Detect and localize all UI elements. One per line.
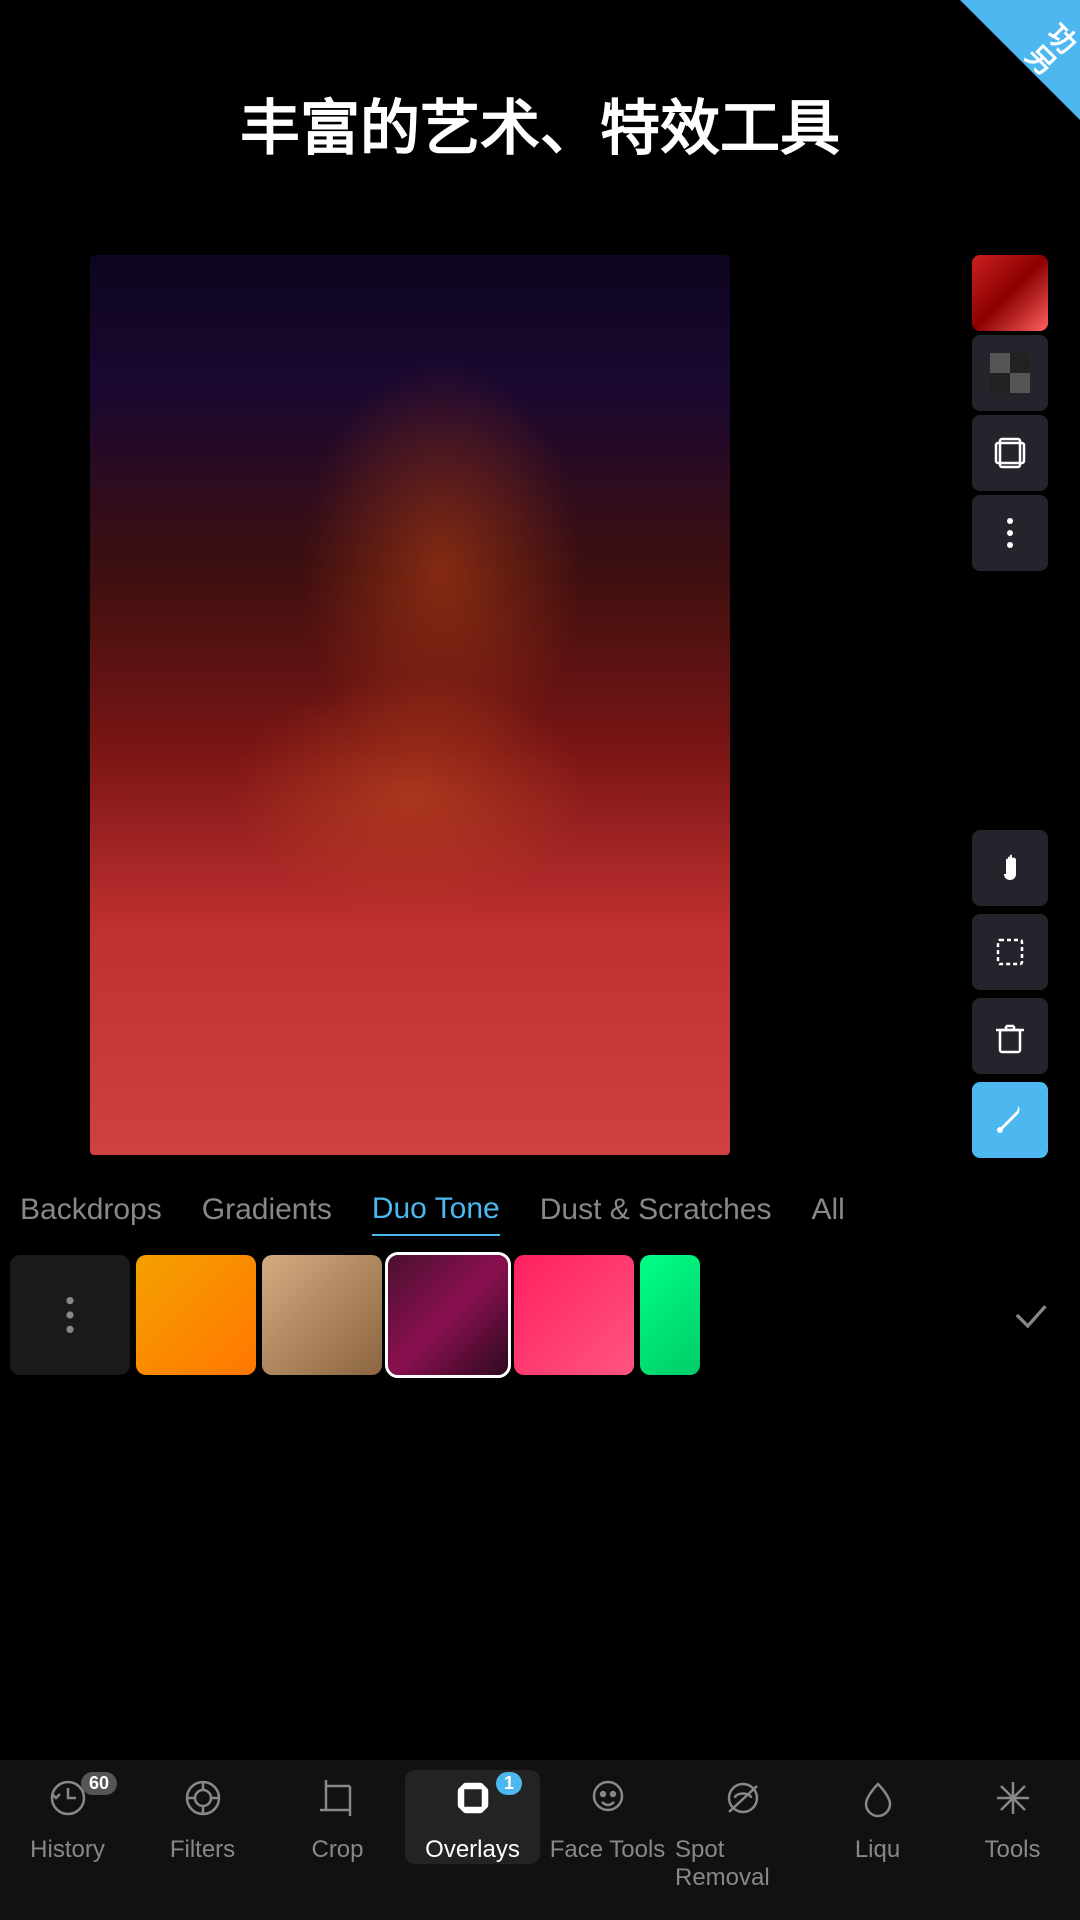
delete-btn[interactable] <box>972 998 1048 1074</box>
tools-icon <box>991 1776 1035 1828</box>
select-tool-btn[interactable] <box>972 914 1048 990</box>
swatch-tan[interactable] <box>262 1255 382 1375</box>
nav-liqu[interactable]: Liqu <box>810 1770 945 1864</box>
spot-removal-icon <box>721 1776 765 1828</box>
filters-icon <box>181 1776 225 1828</box>
swatch-dark-red[interactable] <box>388 1255 508 1375</box>
tools-label: Tools <box>984 1836 1040 1864</box>
face-tools-label: Face Tools <box>550 1836 666 1864</box>
liqu-icon <box>856 1776 900 1828</box>
spot-removal-label: Spot Removal <box>675 1836 810 1892</box>
face-tools-icon <box>586 1776 630 1828</box>
overlays-badge: 1 <box>496 1772 522 1795</box>
photo-overlay <box>90 255 730 1155</box>
tab-backdrops[interactable]: Backdrops <box>20 1185 162 1235</box>
checkmark-btn[interactable] <box>990 1275 1070 1355</box>
overlays-label: Overlays <box>425 1836 520 1864</box>
swatch-orange[interactable] <box>136 1255 256 1375</box>
swatch-more-btn[interactable] <box>10 1255 130 1375</box>
overlays-icon <box>451 1776 495 1828</box>
tab-gradients[interactable]: Gradients <box>202 1185 332 1235</box>
checker-btn[interactable] <box>972 335 1048 411</box>
bottom-nav: 60 History Filters <box>0 1760 1080 1920</box>
main-image <box>90 255 730 1155</box>
layers-btn[interactable] <box>972 415 1048 491</box>
nav-face-tools[interactable]: Face Tools <box>540 1770 675 1864</box>
tab-dust-scratches[interactable]: Dust & Scratches <box>540 1185 772 1235</box>
history-label: History <box>30 1836 105 1864</box>
right-sidebar-top <box>970 255 1050 575</box>
nav-tools[interactable]: Tools <box>945 1770 1080 1864</box>
eyedropper-btn[interactable] <box>972 1082 1048 1158</box>
filters-label: Filters <box>170 1836 235 1864</box>
swatch-teal-green[interactable] <box>640 1255 700 1375</box>
swatches-row <box>0 1250 1080 1380</box>
nav-spot-removal[interactable]: Spot Removal <box>675 1770 810 1892</box>
tab-duo-tone[interactable]: Duo Tone <box>372 1184 500 1236</box>
corner-badge-text: 功另 <box>1015 13 1080 84</box>
crop-icon <box>316 1776 360 1828</box>
crop-label: Crop <box>311 1836 363 1864</box>
liqu-label: Liqu <box>855 1836 900 1864</box>
pan-tool-btn[interactable] <box>972 830 1048 906</box>
nav-history[interactable]: 60 History <box>0 1770 135 1864</box>
history-badge: 60 <box>81 1772 117 1795</box>
swatch-pink-red[interactable] <box>514 1255 634 1375</box>
right-sidebar-bottom <box>970 830 1050 1162</box>
more-options-btn[interactable] <box>972 495 1048 571</box>
tab-all[interactable]: All <box>811 1185 844 1235</box>
nav-overlays[interactable]: 1 Overlays <box>405 1770 540 1864</box>
header-title: 丰富的艺术、特效工具 <box>0 80 1080 167</box>
color-swatch-btn[interactable] <box>972 255 1048 331</box>
filter-tabs: Backdrops Gradients Duo Tone Dust & Scra… <box>0 1175 1080 1245</box>
nav-crop[interactable]: Crop <box>270 1770 405 1864</box>
nav-filters[interactable]: Filters <box>135 1770 270 1864</box>
